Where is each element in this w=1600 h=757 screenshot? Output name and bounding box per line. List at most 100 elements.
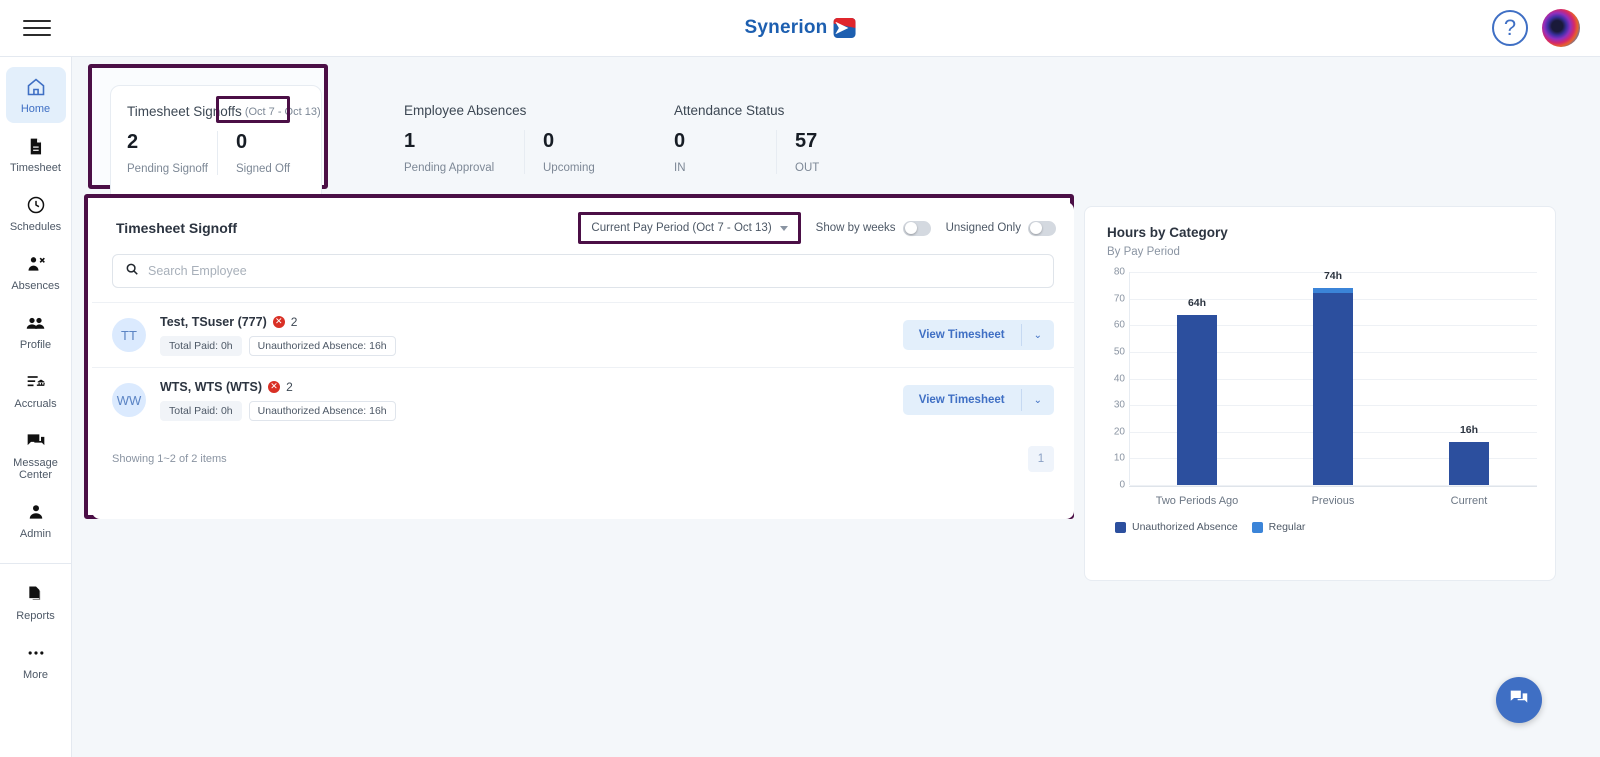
y-axis: 0 10 20 30 40 50 60 70 80	[1099, 267, 1125, 491]
avatar: TT	[112, 318, 146, 352]
show-by-weeks-toggle[interactable]	[902, 220, 931, 236]
kpi-value: 0	[543, 130, 555, 152]
sidebar-item-timesheet[interactable]: Timesheet	[6, 126, 66, 182]
x-axis: Two Periods Ago Previous Current	[1129, 486, 1537, 507]
hamburger-menu-icon[interactable]	[23, 17, 51, 39]
legend-item[interactable]: Unauthorized Absence	[1115, 521, 1238, 533]
date-range-highlight	[216, 96, 290, 123]
home-icon	[26, 76, 46, 98]
sidebar-item-schedules[interactable]: Schedules	[6, 185, 66, 241]
sidebar-item-message-center[interactable]: Message Center	[6, 421, 66, 489]
kpi-title: Employee Absences	[388, 85, 638, 118]
kpi-row: Timesheet Signoffs (Oct 7 - Oct 13) 2 Pe…	[88, 64, 1088, 205]
sidebar-item-accruals[interactable]: Accruals	[6, 362, 66, 418]
kpi-title-text: Attendance Status	[674, 103, 785, 118]
page-number-button[interactable]: 1	[1028, 446, 1054, 472]
employee-name: WTS, WTS (WTS)	[160, 379, 263, 394]
unsigned-only-toggle[interactable]	[1028, 220, 1056, 236]
kpi-stat: 0 Signed Off	[217, 131, 307, 175]
search-input[interactable]	[148, 264, 1041, 278]
error-count: 2	[290, 314, 298, 329]
bar-segment	[1177, 314, 1217, 485]
sidebar-item-label: Timesheet	[10, 162, 61, 174]
y-axis-tick: 60	[1113, 319, 1125, 331]
sidebar-item-admin[interactable]: Admin	[6, 492, 66, 548]
logo-mark-icon	[833, 18, 856, 38]
help-icon[interactable]: ?	[1492, 10, 1528, 46]
chat-bubble-icon	[1508, 687, 1530, 714]
panel-title: Timesheet Signoff	[116, 220, 238, 236]
avatar[interactable]	[1542, 9, 1580, 47]
view-timesheet-button[interactable]: View Timesheet ⌄	[902, 385, 1054, 415]
kpi-value: 0	[674, 130, 686, 152]
sidebar-item-absences[interactable]: Absences	[6, 244, 66, 300]
legend-label: Regular	[1268, 521, 1306, 533]
chart-legend: Unauthorized Absence Regular	[1099, 521, 1541, 533]
sidebar-item-more[interactable]: More	[6, 633, 66, 689]
bar-value-label: 64h	[1187, 296, 1207, 309]
bar-stack	[1449, 442, 1489, 485]
logo-text: Synerion	[744, 17, 828, 38]
header-actions: ?	[1492, 9, 1580, 47]
person-remove-icon	[26, 253, 46, 275]
sidebar-item-label: Home	[20, 103, 51, 115]
kpi-label: Pending Signoff	[127, 163, 208, 175]
bar-segment	[1449, 442, 1489, 485]
search-row	[92, 254, 1074, 288]
kpi-stats: 0 IN 57 OUT	[658, 118, 908, 174]
view-timesheet-button[interactable]: View Timesheet ⌄	[902, 320, 1054, 350]
chevron-down-icon[interactable]: ⌄	[1022, 386, 1054, 415]
employee-info: Test, TSuser (777) ✕ 2 Total Paid: 0h Un…	[160, 315, 903, 356]
kpi-card-employee-absences[interactable]: Employee Absences 1 Pending Approval 0 U…	[388, 85, 638, 205]
bar-value-label: 74h	[1323, 269, 1343, 282]
sidebar-item-label: More	[22, 669, 49, 681]
table-row[interactable]: TT Test, TSuser (777) ✕ 2 Total Paid: 0h…	[92, 302, 1074, 367]
kpi-stat: 1 Pending Approval	[404, 130, 524, 174]
bar-segment	[1313, 293, 1353, 485]
unauthorized-absence-chip: Unauthorized Absence: 16h	[248, 400, 396, 421]
bar-column[interactable]: 64h	[1129, 272, 1265, 485]
view-timesheet-label: View Timesheet	[918, 394, 1005, 406]
legend-swatch	[1251, 521, 1263, 533]
kpi-stat: 0 Upcoming	[524, 130, 614, 174]
kpi-label: Upcoming	[543, 162, 595, 174]
x-axis-tick: Previous	[1311, 495, 1355, 507]
bar-column[interactable]: 16h	[1401, 272, 1537, 485]
sidebar-item-profile[interactable]: Profile	[6, 303, 66, 359]
kpi-label: OUT	[795, 162, 820, 174]
legend-item[interactable]: Regular	[1251, 521, 1306, 533]
error-count: 2	[286, 379, 293, 394]
sidebar-item-home[interactable]: Home	[5, 67, 66, 123]
chevron-down-icon[interactable]: ⌄	[1022, 321, 1054, 350]
unsigned-only-toggle-group[interactable]: Unsigned Only	[945, 220, 1056, 236]
employee-name-row: Test, TSuser (777) ✕ 2	[160, 315, 903, 329]
total-paid-chip: Total Paid: 0h	[160, 400, 242, 421]
pay-period-dropdown[interactable]: Current Pay Period (Oct 7 - Oct 13)	[578, 212, 801, 244]
toggle-label: Unsigned Only	[945, 222, 1021, 234]
chat-fab-button[interactable]	[1496, 677, 1542, 723]
document-icon	[26, 135, 45, 157]
main-content: Timesheet Signoffs (Oct 7 - Oct 13) 2 Pe…	[72, 57, 1600, 757]
bar-column[interactable]: 74h	[1265, 269, 1401, 485]
search-box[interactable]	[112, 254, 1054, 288]
employee-chips: Total Paid: 0h Unauthorized Absence: 16h	[160, 335, 903, 356]
table-row[interactable]: WW WTS, WTS (WTS) ✕ 2 Total Paid: 0h Una…	[92, 367, 1074, 432]
kpi-stat: 0 IN	[674, 130, 776, 174]
search-icon	[125, 262, 139, 281]
sidebar-item-reports[interactable]: Reports	[6, 574, 66, 630]
timesheet-signoff-panel: Timesheet Signoff Current Pay Period (Oc…	[92, 202, 1074, 519]
timesheet-signoff-panel-highlight: Timesheet Signoff Current Pay Period (Oc…	[84, 194, 1074, 519]
sidebar-item-label: Accruals	[14, 398, 57, 410]
copy-document-icon	[26, 583, 46, 605]
sidebar-navigation: Home Timesheet Schedules Absences Profil…	[0, 57, 72, 757]
kpi-stats: 2 Pending Signoff 0 Signed Off	[111, 119, 321, 175]
app-logo: Synerion	[745, 17, 856, 39]
pagination: Showing 1~2 of 2 items 1	[92, 432, 1074, 486]
kpi-card-attendance-status[interactable]: Attendance Status 0 IN 57 OUT	[658, 85, 908, 205]
y-axis-tick: 50	[1113, 346, 1125, 358]
show-by-weeks-toggle-group[interactable]: Show by weeks	[816, 220, 931, 236]
chat-icon	[26, 430, 46, 452]
y-axis-tick: 0	[1119, 479, 1125, 491]
kpi-stat: 57 OUT	[776, 130, 866, 174]
showing-items-text: Showing 1~2 of 2 items	[112, 453, 227, 465]
